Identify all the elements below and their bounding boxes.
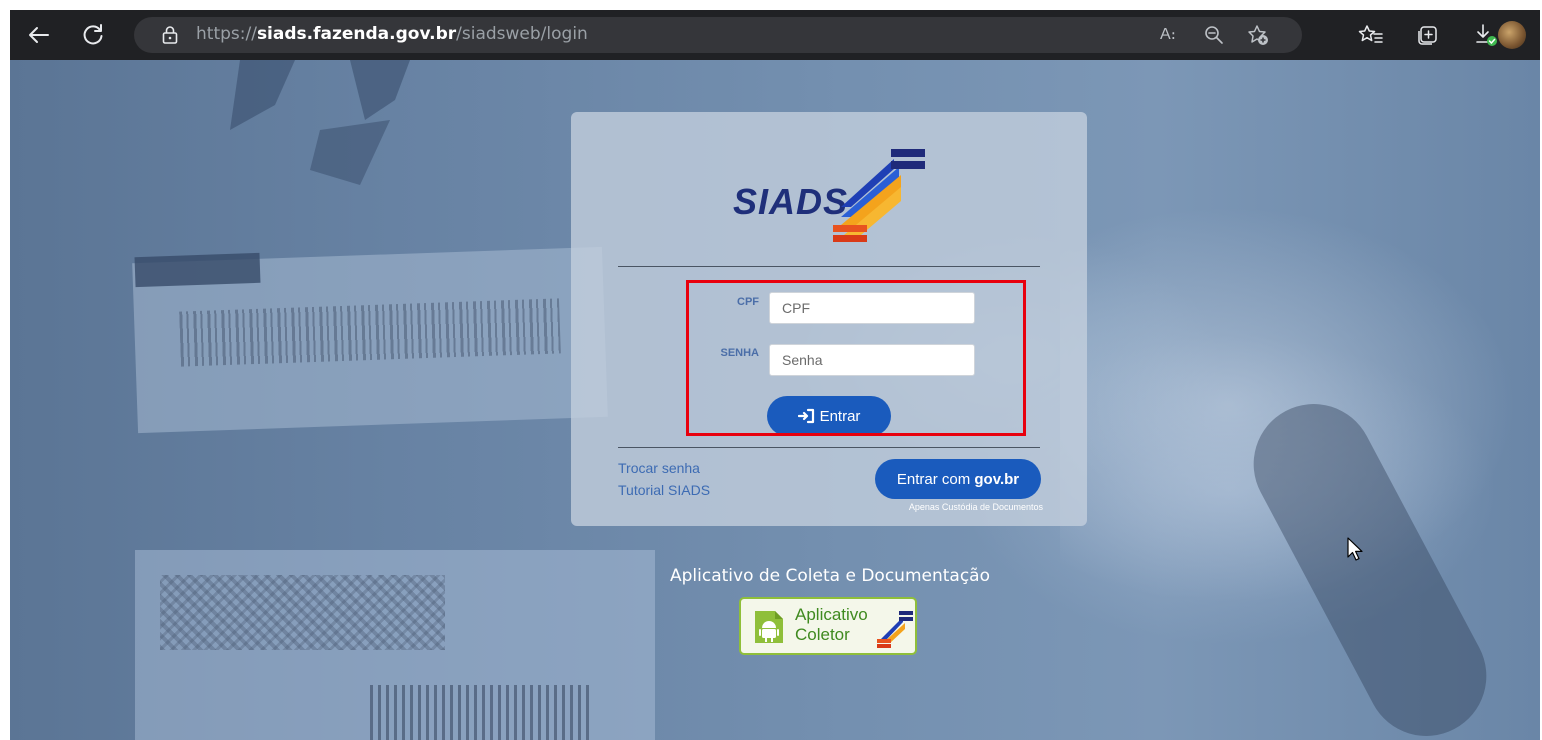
login-card: SIADS CPF SENHA Entrar: [571, 112, 1087, 526]
senha-label: SENHA: [720, 347, 759, 359]
siads-logo: SIADS: [729, 147, 929, 247]
app-badge-line1: Aplicativo: [795, 605, 868, 624]
siads-small-logo-icon: [877, 611, 913, 648]
zoom-svg: [1205, 26, 1223, 44]
read-aloud-icon[interactable]: A։: [1156, 23, 1180, 47]
cpf-input[interactable]: [769, 292, 975, 324]
browser-toolbar: https://siads.fazenda.gov.br/siadsweb/lo…: [10, 10, 1540, 60]
star-plus-icon[interactable]: [1246, 23, 1270, 47]
divider-top: [618, 266, 1040, 267]
govbr-login-button[interactable]: Entrar com gov.br: [875, 459, 1041, 499]
govbr-button-prefix: Entrar com: [896, 470, 975, 488]
reload-button[interactable]: [78, 20, 108, 50]
app-coletor-badge[interactable]: Aplicativo Coletor: [739, 597, 917, 655]
background-2d-code: [160, 575, 445, 650]
trocar-senha-link[interactable]: Trocar senha: [618, 460, 700, 476]
url-host: siads.fazenda.gov.br: [256, 24, 457, 44]
collections-icon: [1418, 26, 1437, 45]
collections-button[interactable]: [1413, 20, 1443, 50]
entrar-button[interactable]: Entrar: [767, 396, 891, 436]
favorites-button[interactable]: [1356, 20, 1386, 50]
entrar-button-label: Entrar: [819, 407, 861, 425]
favorites-icon: [1358, 25, 1383, 43]
lock-icon[interactable]: [160, 25, 180, 45]
page-viewport: SIADS CPF SENHA Entrar: [10, 60, 1540, 740]
cpf-label: CPF: [737, 296, 759, 308]
sign-in-icon: [797, 408, 814, 424]
background-label-tab: [134, 252, 261, 288]
zoom-out-icon[interactable]: [1202, 23, 1226, 47]
arrow-left-icon: [29, 27, 49, 43]
url-path: /siadsweb/login: [456, 24, 588, 44]
mouse-cursor-icon: [1347, 537, 1363, 561]
url-text[interactable]: https://siads.fazenda.gov.br/siadsweb/lo…: [196, 24, 588, 44]
senha-input[interactable]: [769, 344, 975, 376]
star-plus-svg: [1248, 25, 1268, 45]
divider-bottom: [618, 447, 1040, 448]
background-barcode-bottom: [370, 685, 590, 740]
url-scheme: https://: [196, 24, 257, 44]
siads-logo-stripes-icon: [833, 149, 925, 242]
recycle-svg: [230, 60, 410, 185]
android-icon: [755, 611, 783, 643]
govbr-button-brand: gov.br: [974, 470, 1020, 488]
background-recycle-graphic: [200, 60, 430, 185]
profile-avatar[interactable]: [1498, 21, 1526, 49]
govbr-note: Apenas Custódia de Documentos: [908, 502, 1043, 512]
downloads-button[interactable]: [1470, 20, 1500, 50]
tutorial-siads-link[interactable]: Tutorial SIADS: [618, 482, 710, 498]
app-badge-line2: Coletor: [795, 625, 850, 644]
app-section-title: Aplicativo de Coleta e Documentação: [670, 566, 990, 586]
address-bar[interactable]: https://siads.fazenda.gov.br/siadsweb/lo…: [134, 17, 1302, 53]
back-button[interactable]: [24, 20, 54, 50]
reload-icon: [83, 24, 103, 45]
download-icon: [1476, 24, 1497, 46]
